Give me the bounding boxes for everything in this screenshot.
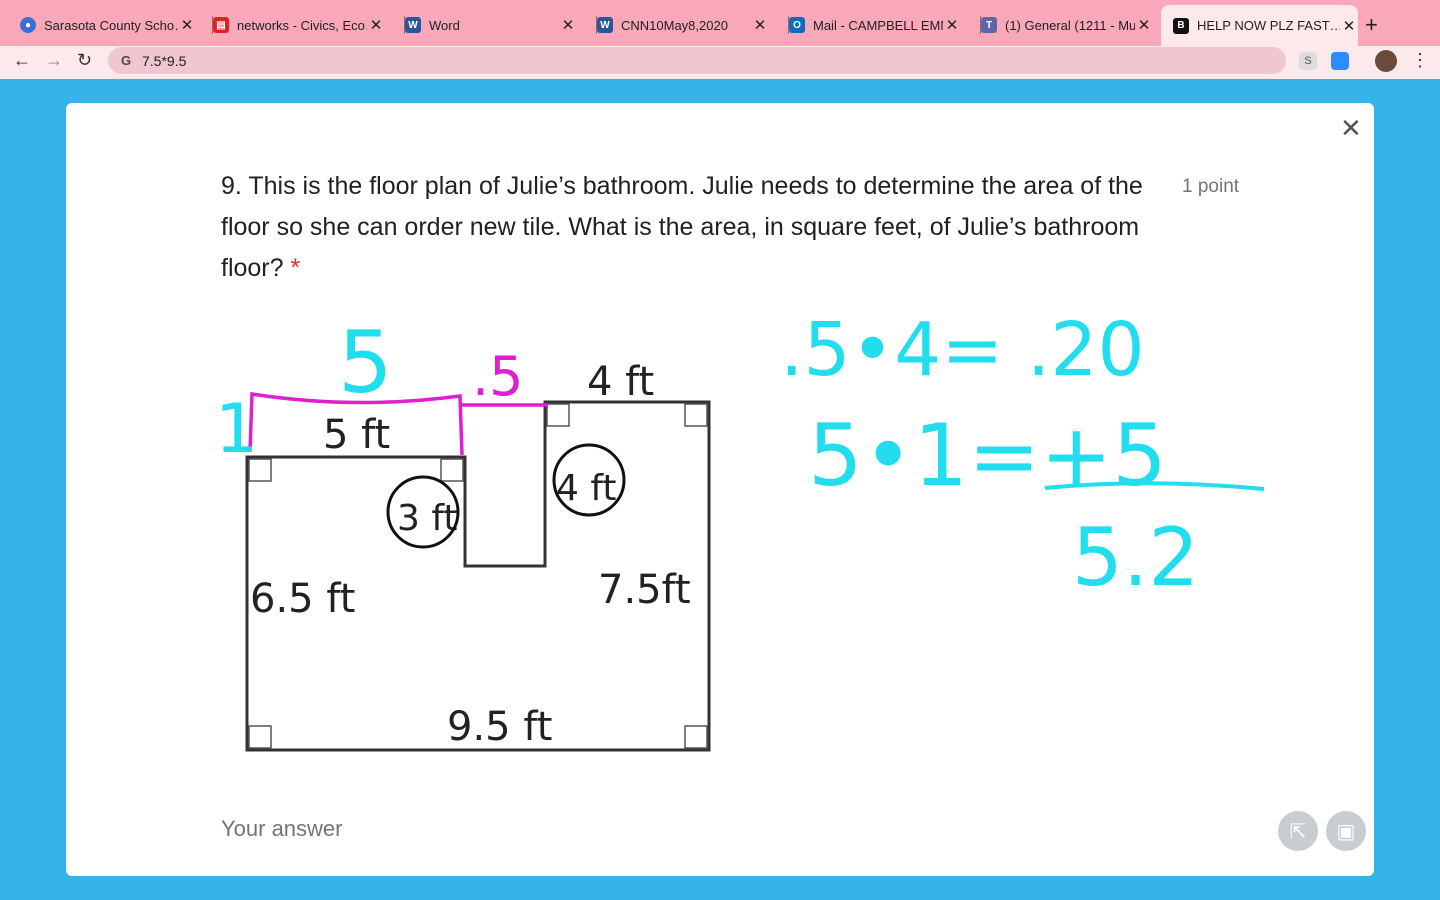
label-inner-right: 4 ft	[556, 468, 617, 509]
label-bottom: 9.5 ft	[447, 704, 552, 750]
annotation-half: .5	[472, 345, 524, 408]
annotation-one: 1	[215, 390, 258, 469]
right-angle-marker	[546, 403, 570, 427]
label-top-left: 5 ft	[323, 412, 390, 458]
right-angle-marker	[684, 725, 708, 749]
label-right: 7.5ft	[598, 567, 691, 613]
image-icon[interactable]: ▣	[1326, 811, 1366, 851]
open-external-icon[interactable]: ⇱	[1278, 811, 1318, 851]
answer-input[interactable]: Your answer	[221, 816, 342, 842]
label-inner-left: 3 ft	[397, 498, 458, 539]
right-angle-marker	[248, 725, 272, 749]
annotation-result: 5.2	[1072, 511, 1199, 604]
floor-plan-figure: 5 ft 4 ft 3 ft 4 ft 6.5 ft 7.5ft 9.5 ft …	[215, 307, 1265, 752]
annotation-line1: .5•4= .20	[780, 307, 1145, 393]
annotation-line2: 5•1=+5	[808, 406, 1167, 506]
label-top-right: 4 ft	[587, 359, 654, 405]
annotation-five: 5	[338, 313, 393, 413]
right-angle-marker	[684, 403, 708, 427]
right-angle-marker	[440, 458, 464, 482]
label-left: 6.5 ft	[250, 576, 355, 622]
